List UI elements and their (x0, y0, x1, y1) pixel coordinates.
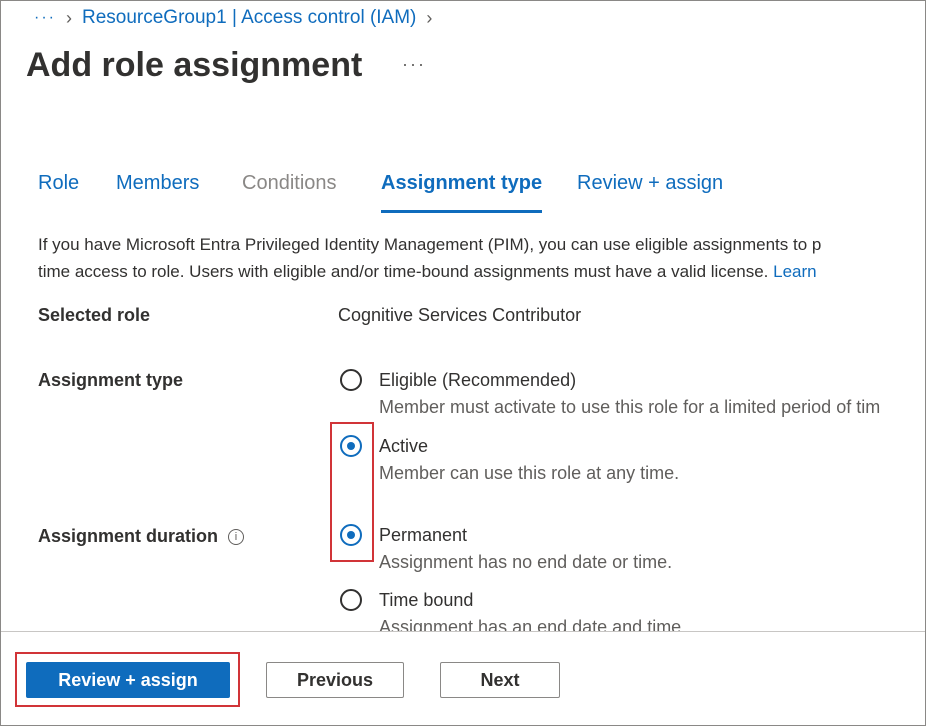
radio-time-bound[interactable] (340, 589, 362, 611)
selected-role-value: Cognitive Services Contributor (338, 305, 582, 325)
selected-role-label: Selected role (38, 305, 151, 325)
option-permanent-title: Permanent (379, 525, 468, 545)
breadcrumb-link-iam[interactable]: ResourceGroup1 | Access control (IAM) (82, 7, 416, 29)
option-active-desc: Member can use this role at any time. (379, 463, 680, 483)
chevron-right-icon: › (65, 7, 72, 28)
info-line-2: time access to role. Users with eligible… (38, 258, 926, 285)
option-active-title: Active (379, 436, 429, 456)
pim-info-text: If you have Microsoft Entra Privileged I… (38, 231, 926, 285)
assignment-duration-label: Assignment duration i (38, 526, 245, 547)
tab-role[interactable]: Role (38, 172, 79, 210)
next-button[interactable]: Next (440, 662, 560, 698)
option-eligible-title: Eligible (Recommended) (379, 370, 577, 390)
highlight-box-radios (330, 422, 374, 562)
review-assign-button[interactable]: Review + assign (26, 662, 230, 698)
tab-review-assign[interactable]: Review + assign (577, 172, 723, 210)
breadcrumb: ··· › ResourceGroup1 | Access control (I… (34, 6, 442, 30)
option-eligible-desc: Member must activate to use this role fo… (379, 397, 881, 417)
more-options-icon[interactable]: ··· (402, 54, 426, 75)
info-line-2-text: time access to role. Users with eligible… (38, 262, 774, 281)
learn-more-link[interactable]: Learn (773, 262, 816, 281)
chevron-right-icon: › (426, 7, 433, 28)
option-time-bound-title: Time bound (379, 590, 474, 610)
info-icon[interactable]: i (228, 529, 245, 546)
radio-eligible[interactable] (340, 369, 362, 391)
option-permanent-desc: Assignment has no end date or time. (379, 552, 673, 572)
tab-assignment-type[interactable]: Assignment type (381, 172, 543, 213)
info-line-1: If you have Microsoft Entra Privileged I… (38, 235, 822, 254)
assignment-type-label: Assignment type (38, 370, 184, 390)
breadcrumb-more-icon[interactable]: ··· (34, 9, 56, 27)
tab-members[interactable]: Members (116, 172, 199, 210)
previous-button[interactable]: Previous (266, 662, 404, 698)
page-title: Add role assignment (26, 46, 363, 84)
tab-conditions: Conditions (242, 172, 337, 194)
footer-divider (1, 631, 925, 632)
assignment-duration-text: Assignment duration (38, 526, 219, 546)
